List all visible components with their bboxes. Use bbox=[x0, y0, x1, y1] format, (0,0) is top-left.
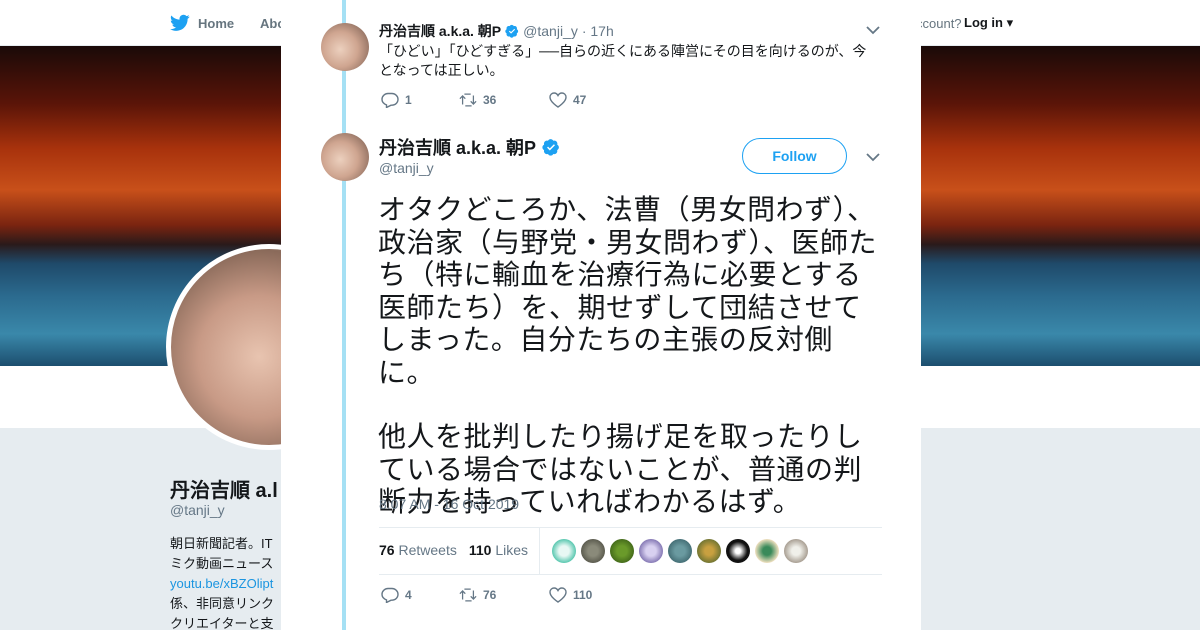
stats-divider bbox=[539, 528, 540, 574]
retweets-stat-count: 76 bbox=[379, 542, 395, 558]
close-icon[interactable] bbox=[1155, 12, 1179, 36]
liker-avatar[interactable] bbox=[581, 539, 605, 563]
reply-button[interactable]: 4 bbox=[381, 587, 459, 603]
liker-avatar[interactable] bbox=[668, 539, 692, 563]
tweet1-name[interactable]: 丹治吉順 a.k.a. 朝P bbox=[379, 21, 501, 41]
tweet2-actions: 4 76 110 bbox=[381, 587, 592, 603]
tweet1-time[interactable]: · 17h bbox=[582, 23, 614, 39]
tweet1-text: 「ひどい」「ひどすぎる」──自らの近くにある陣営にその目を向けるのが、今となって… bbox=[379, 43, 867, 78]
retweets-stat-label: Retweets bbox=[398, 542, 457, 558]
retweet-count: 76 bbox=[483, 588, 497, 602]
liker-avatar[interactable] bbox=[726, 539, 750, 563]
verified-icon bbox=[505, 24, 519, 38]
tweet2-timestamp[interactable]: 8:07 AM - 16 Oct 2019 bbox=[379, 496, 519, 512]
divider bbox=[379, 574, 882, 575]
liker-avatar[interactable] bbox=[755, 539, 779, 563]
follow-button[interactable]: Follow bbox=[742, 138, 847, 174]
reply-button[interactable]: 1 bbox=[381, 92, 459, 108]
liker-avatar[interactable] bbox=[639, 539, 663, 563]
verified-icon bbox=[542, 139, 559, 156]
liker-avatar[interactable] bbox=[697, 539, 721, 563]
tweet1-avatar[interactable] bbox=[321, 23, 369, 71]
tweet1-actions: 1 36 47 bbox=[381, 92, 586, 108]
chevron-down-icon[interactable] bbox=[866, 25, 880, 35]
retweet-count: 36 bbox=[483, 93, 497, 107]
thread-line bbox=[342, 0, 346, 630]
likes-stat-count: 110 bbox=[468, 542, 492, 558]
reply-icon bbox=[381, 92, 399, 108]
heart-icon bbox=[549, 587, 567, 603]
like-count: 110 bbox=[573, 588, 593, 602]
tweet2-avatar[interactable] bbox=[321, 133, 369, 181]
likers-avatars bbox=[552, 539, 808, 563]
liker-avatar[interactable] bbox=[552, 539, 576, 563]
tweet1-handle[interactable]: @tanji_y bbox=[523, 23, 578, 39]
divider bbox=[379, 527, 882, 528]
retweet-button[interactable]: 36 bbox=[459, 92, 549, 108]
liker-avatar[interactable] bbox=[784, 539, 808, 563]
tweet2-handle[interactable]: @tanji_y bbox=[379, 160, 434, 176]
tweet2-name-row: 丹治吉順 a.k.a. 朝P bbox=[379, 134, 560, 160]
chevron-down-icon[interactable] bbox=[866, 152, 880, 162]
tweet2-paragraph: オタクどころか、法曹（男女問わず）、政治家（与野党・男女問わず）、医師たち（特に… bbox=[378, 194, 878, 388]
tweet-modal: 丹治吉順 a.k.a. 朝P @tanji_y · 17h 「ひどい」「ひどすぎ… bbox=[281, 0, 921, 630]
reply-count: 1 bbox=[405, 93, 412, 107]
heart-icon bbox=[549, 92, 567, 108]
like-button[interactable]: 47 bbox=[549, 92, 586, 108]
likes-stat[interactable]: 110 Likes bbox=[469, 542, 528, 558]
retweet-button[interactable]: 76 bbox=[459, 587, 549, 603]
tweet2-text: オタクどころか、法曹（男女問わず）、政治家（与野党・男女問わず）、医師たち（特に… bbox=[378, 194, 888, 519]
like-count: 47 bbox=[573, 93, 587, 107]
retweet-icon bbox=[459, 588, 477, 602]
reply-count: 4 bbox=[405, 588, 412, 602]
reply-icon bbox=[381, 587, 399, 603]
likes-stat-label: Likes bbox=[495, 542, 528, 558]
liker-avatar[interactable] bbox=[610, 539, 634, 563]
tweet2-name[interactable]: 丹治吉順 a.k.a. 朝P bbox=[379, 134, 536, 160]
tweet1-header: 丹治吉順 a.k.a. 朝P @tanji_y · 17h bbox=[379, 21, 614, 41]
retweet-icon bbox=[459, 93, 477, 107]
retweets-stat[interactable]: 76 Retweets bbox=[379, 542, 457, 558]
tweet2-stats: 76 Retweets 110 Likes bbox=[379, 542, 528, 558]
like-button[interactable]: 110 bbox=[549, 587, 592, 603]
